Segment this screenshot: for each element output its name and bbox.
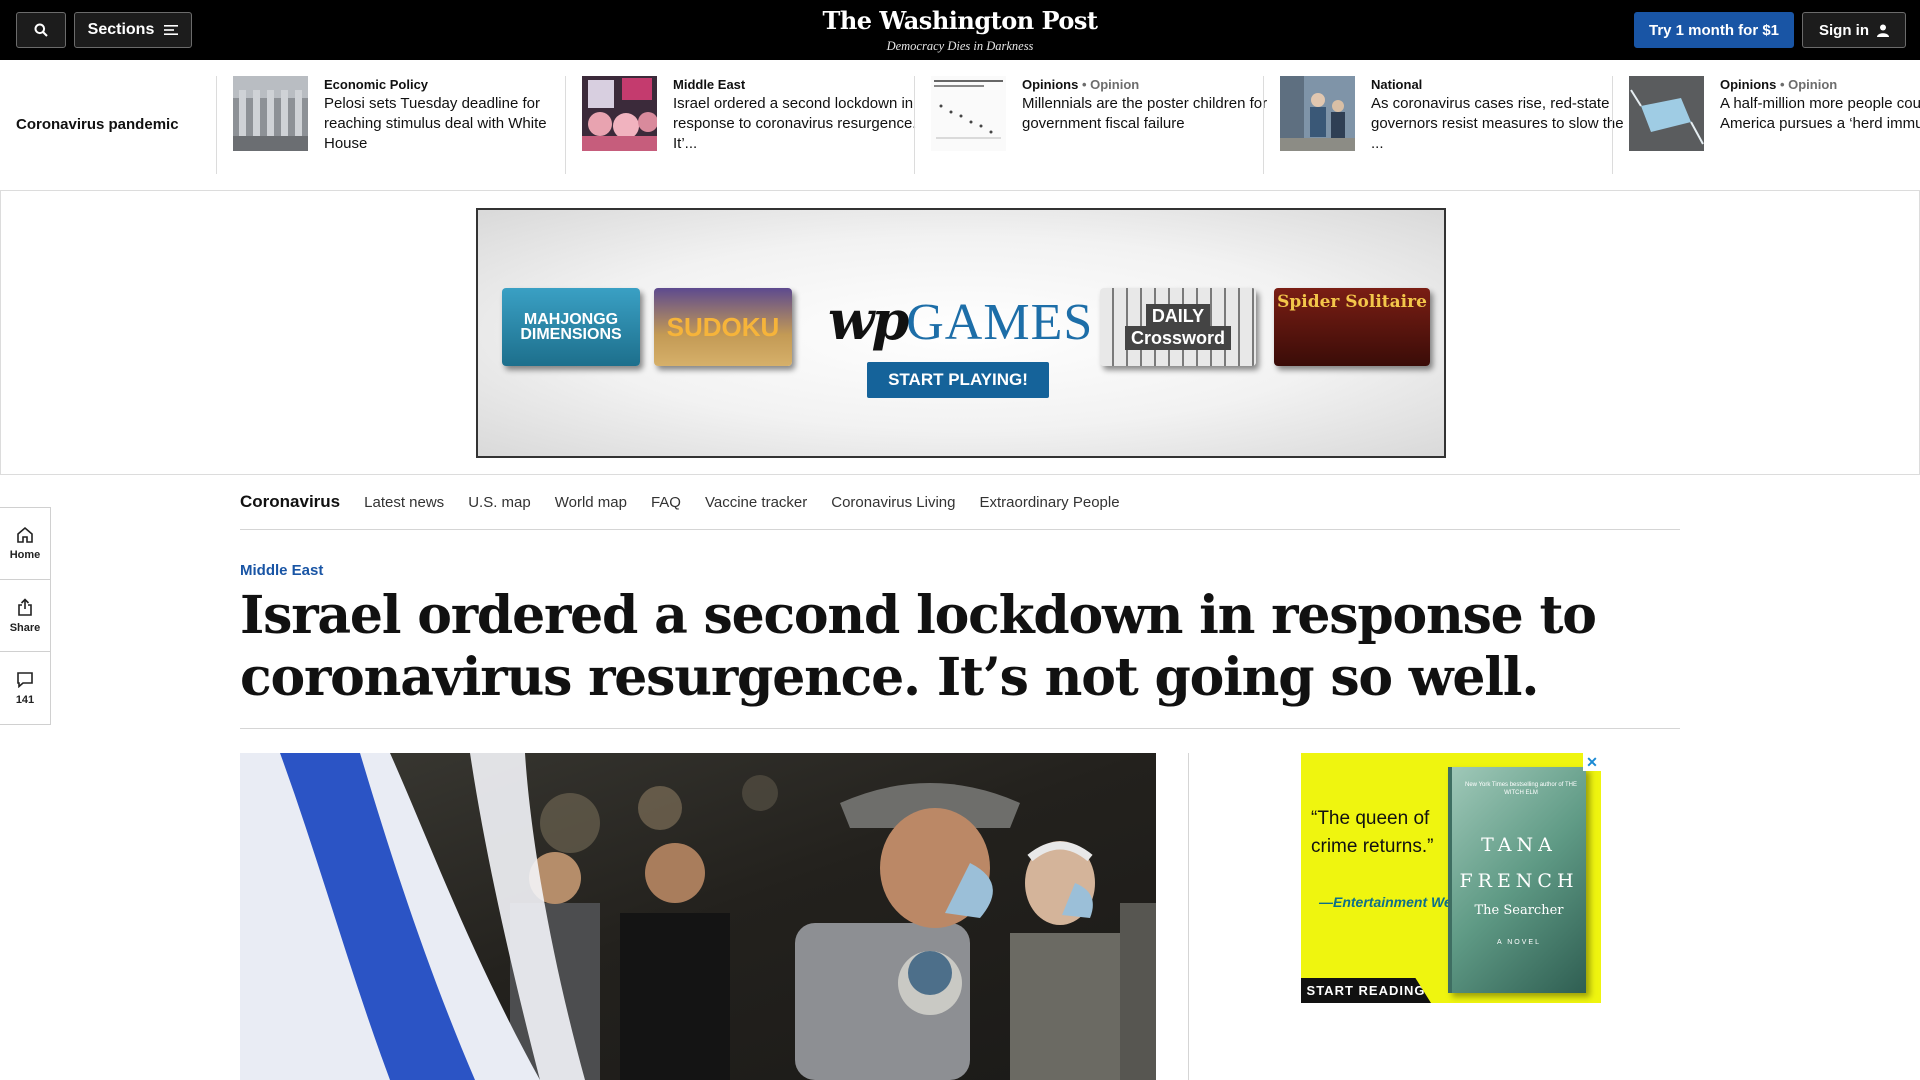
games-ad-banner[interactable]: MAHJONGG DIMENSIONS SUDOKU wpGAMES START…	[476, 208, 1446, 458]
share-button[interactable]: Share	[0, 580, 50, 652]
sign-in-button[interactable]: Sign in	[1802, 12, 1906, 48]
book-author: TANA FRENCH	[1459, 834, 1579, 892]
strip-divider	[1263, 76, 1264, 174]
nav-link-faq[interactable]: FAQ	[651, 494, 681, 511]
story-headline[interactable]: A half-million more people could die if …	[1720, 94, 1920, 134]
story-thumbnail-chart	[931, 76, 1006, 151]
user-icon	[1877, 24, 1889, 37]
wp-games-logo: wpGAMES	[828, 288, 1094, 352]
strip-topic-label[interactable]: Coronavirus pandemic	[16, 116, 179, 133]
top-stories-strip: Coronavirus pandemic Economic Policy Pel…	[0, 60, 1920, 191]
strip-divider	[565, 76, 566, 174]
story-thumbnail-capitol	[233, 76, 308, 151]
comment-count: 141	[15, 693, 35, 706]
book-novel-label: A NOVEL	[1497, 939, 1541, 946]
masthead: The Washington Post Democracy Dies in Da…	[0, 6, 1920, 54]
story-headline[interactable]: As coronavirus cases rise, red-state gov…	[1371, 94, 1631, 154]
ad-quote: “The queen of crime returns.”	[1311, 808, 1434, 857]
ad-container: MAHJONGG DIMENSIONS SUDOKU wpGAMES START…	[0, 191, 1920, 475]
book-blurb: New York Times bestselling author of THE…	[1465, 782, 1577, 796]
comments-button[interactable]: 141	[0, 652, 50, 724]
story-thumbnail-mask	[1629, 76, 1704, 151]
story-headline[interactable]: Pelosi sets Tuesday deadline for reachin…	[324, 94, 584, 154]
daily-crossword-tile[interactable]: DAILY Crossword	[1100, 288, 1256, 366]
story-headline[interactable]: Millennials are the poster children for …	[1022, 94, 1282, 134]
top-navigation-bar: Sections The Washington Post Democracy D…	[0, 0, 1920, 60]
nav-link-coronavirus-living[interactable]: Coronavirus Living	[831, 494, 955, 511]
story-kicker: Middle East	[673, 77, 746, 92]
start-playing-button[interactable]: START PLAYING!	[867, 362, 1049, 398]
section-title[interactable]: Coronavirus	[240, 492, 340, 512]
strip-divider	[1612, 76, 1613, 174]
book-title: The Searcher	[1474, 903, 1564, 918]
nav-link-us-map[interactable]: U.S. map	[468, 494, 531, 511]
article-lead-photo[interactable]	[240, 753, 1156, 1080]
home-icon	[17, 526, 33, 543]
nav-link-vaccine-tracker[interactable]: Vaccine tracker	[705, 494, 807, 511]
story-kicker: Opinions • Opinion	[1022, 77, 1140, 92]
mahjongg-tile[interactable]: MAHJONGG DIMENSIONS	[502, 288, 640, 366]
story-kicker: National	[1371, 77, 1423, 92]
share-icon	[18, 597, 32, 616]
nav-link-latest-news[interactable]: Latest news	[364, 494, 444, 511]
left-action-rail: Home Share 141	[0, 507, 51, 725]
sudoku-tile[interactable]: SUDOKU	[654, 288, 792, 366]
story-headline[interactable]: Israel ordered a second lockdown in resp…	[673, 94, 933, 154]
strip-divider	[914, 76, 915, 174]
column-divider	[1188, 753, 1189, 1080]
story-kicker: Economic Policy	[324, 77, 429, 92]
story-thumbnail-people	[1280, 76, 1355, 151]
home-label: Home	[9, 549, 41, 561]
story-thumbnail-protest	[582, 76, 657, 151]
book-cover: New York Times bestselling author of THE…	[1448, 767, 1586, 993]
strip-divider	[216, 76, 217, 174]
story-kicker: Opinions • Opinion	[1720, 77, 1838, 92]
comment-icon	[17, 671, 33, 688]
share-label: Share	[9, 621, 41, 634]
ad-close-icon[interactable]: ✕	[1583, 753, 1601, 771]
washington-post-logo[interactable]: The Washington Post	[0, 6, 1920, 35]
tagline: Democracy Dies in Darkness	[886, 39, 1034, 53]
sign-in-label: Sign in	[1819, 21, 1869, 39]
home-button[interactable]: Home	[0, 508, 50, 580]
article-kicker[interactable]: Middle East	[240, 562, 323, 579]
spider-solitaire-tile[interactable]: Spider Solitaire	[1274, 288, 1430, 366]
headline-divider	[240, 728, 1680, 729]
subscribe-button[interactable]: Try 1 month for $1	[1634, 12, 1794, 48]
nav-link-extraordinary-people[interactable]: Extraordinary People	[979, 494, 1119, 511]
book-ad[interactable]: “The queen of crime returns.” —Entertain…	[1301, 753, 1601, 1003]
section-navigation: Coronavirus Latest news U.S. map World m…	[240, 475, 1680, 530]
nav-link-world-map[interactable]: World map	[555, 494, 627, 511]
article-headline: Israel ordered a second lockdown in resp…	[240, 585, 1597, 708]
start-reading-button[interactable]: START READING	[1301, 978, 1431, 1003]
